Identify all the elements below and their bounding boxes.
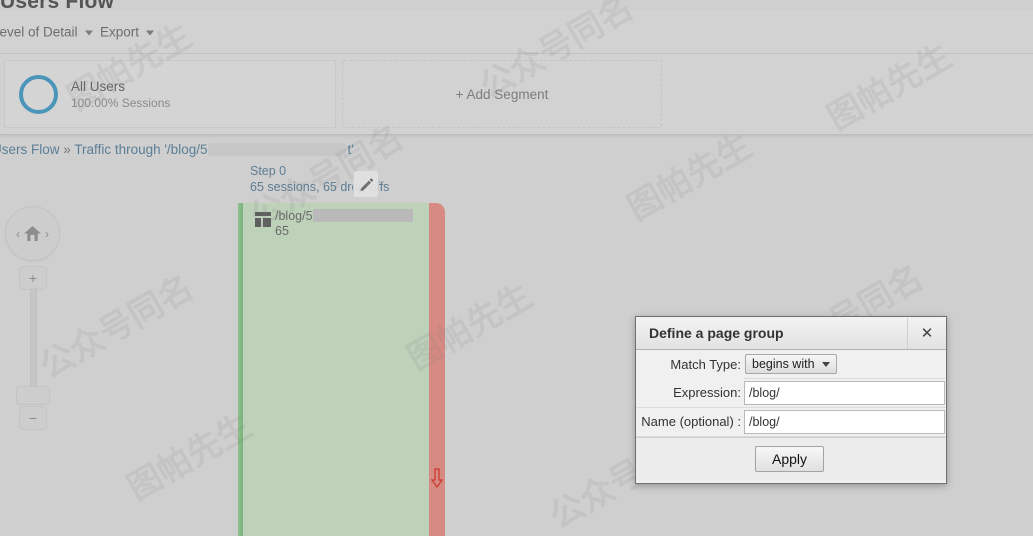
chevron-down-icon [84, 30, 93, 36]
expression-label: Expression: [636, 380, 744, 406]
segment-name: All Users [71, 78, 126, 94]
zoom-slider-track[interactable] [30, 288, 37, 388]
expression-row: Expression: [636, 379, 946, 408]
add-segment-label: + Add Segment [455, 86, 549, 102]
zoom-in-button[interactable]: + [19, 266, 47, 290]
export-dropdown[interactable]: Export [100, 24, 155, 40]
match-type-label: Match Type: [636, 349, 744, 379]
breadcrumb-trail: Traffic through '/blog/5 [74, 142, 208, 157]
add-segment-button[interactable]: + Add Segment [342, 60, 662, 128]
name-row: Name (optional) : [636, 408, 946, 437]
redacted-block [208, 143, 347, 156]
toolbar: Level of Detail Export [0, 10, 1033, 54]
page-template-icon[interactable] [255, 212, 271, 227]
home-icon[interactable] [23, 225, 42, 242]
match-type-value: begins with [752, 357, 815, 371]
node-label-text: /blog/5 [275, 209, 313, 223]
zoom-slider-handle[interactable] [16, 386, 50, 405]
breadcrumb-trail-end: t' [347, 142, 354, 157]
flow-node-blog[interactable] [243, 203, 429, 536]
redacted-block [312, 209, 413, 222]
chevron-down-icon [146, 30, 155, 36]
segment-bar: All Users 100.00% Sessions + Add Segment [0, 54, 1033, 135]
define-page-group-dialog: Define a page group ✕ Match Type: begins… [635, 316, 947, 484]
down-arrow-icon [431, 468, 443, 488]
node-count: 65 [275, 224, 289, 238]
match-type-row: Match Type: begins with [636, 349, 946, 379]
pan-left-chevron-icon[interactable]: ‹ [16, 228, 20, 240]
dialog-title: Define a page group [649, 325, 784, 341]
chevron-down-icon [821, 361, 830, 367]
dialog-title-bar: Define a page group ✕ [636, 317, 946, 350]
zoom-out-button[interactable]: − [19, 406, 47, 430]
dialog-footer: Apply [636, 437, 946, 480]
name-label: Name (optional) : [636, 409, 744, 435]
apply-button[interactable]: Apply [755, 446, 825, 472]
name-input[interactable] [744, 410, 945, 434]
node-label: /blog/5 [275, 208, 413, 224]
export-label: Export [100, 24, 140, 40]
match-type-select[interactable]: begins with [745, 354, 837, 374]
pan-right-chevron-icon[interactable]: › [45, 228, 49, 240]
close-icon[interactable]: ✕ [907, 317, 946, 349]
edit-step-button[interactable] [353, 170, 379, 198]
reset-view-button[interactable]: ‹ › [5, 206, 60, 261]
segment-sessions: 100.00% Sessions [71, 95, 171, 110]
app-root: Users Flow Level of Detail Export All Us… [0, 0, 1033, 536]
dialog-body: Match Type: begins with Expression: Name… [636, 349, 946, 437]
pencil-icon [360, 177, 373, 191]
zoom-control: ‹ › + − [0, 0, 70, 536]
expression-input[interactable] [744, 381, 945, 405]
